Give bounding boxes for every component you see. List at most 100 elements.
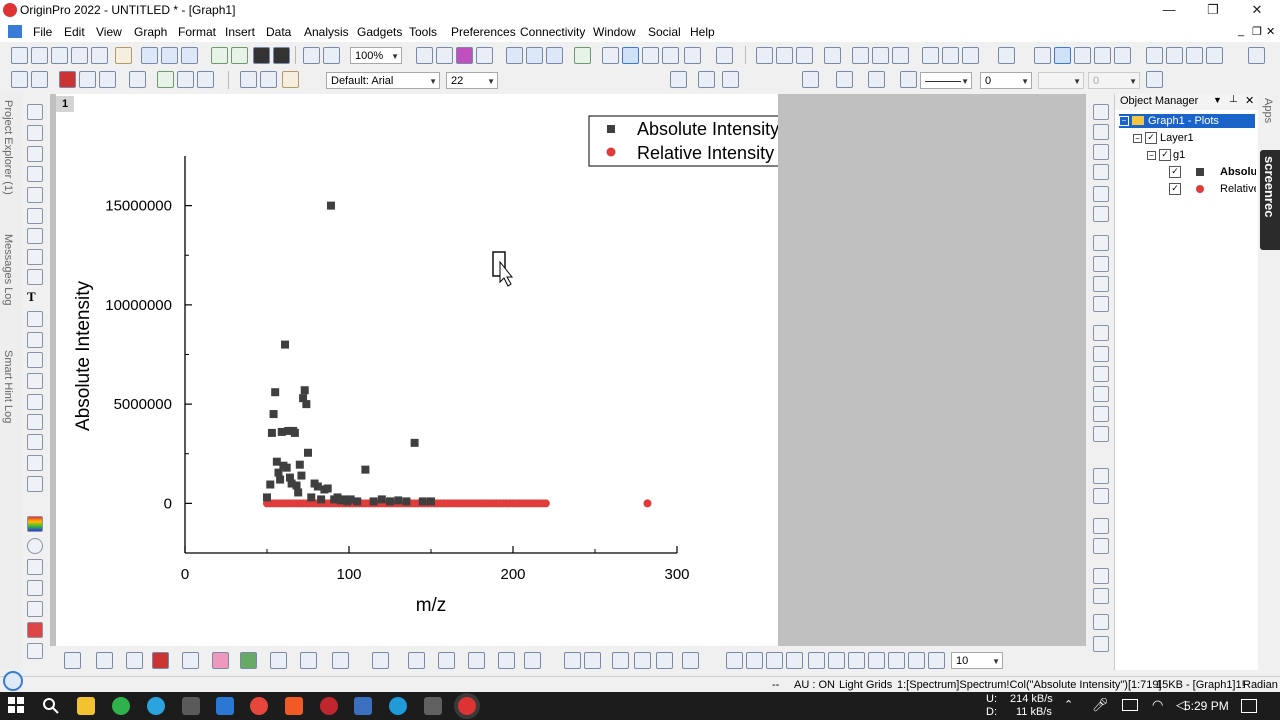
messages-log-tab[interactable]: Messages Log	[2, 234, 14, 306]
absolute-intensity-point[interactable]	[418, 497, 427, 506]
absolute-intensity-point[interactable]	[326, 201, 335, 210]
arrange-icon[interactable]	[197, 71, 214, 88]
annotation-icon[interactable]	[27, 311, 43, 327]
paste-icon[interactable]	[282, 71, 299, 88]
right-tool-6-icon[interactable]	[1093, 206, 1109, 222]
add-layer-icon[interactable]	[157, 71, 174, 88]
object-align-1-icon[interactable]	[726, 652, 743, 669]
set-as-error-icon[interactable]	[1094, 47, 1111, 64]
tree-item-graph[interactable]: − Graph1 - Plots	[1119, 114, 1255, 128]
ternary-icon[interactable]	[438, 652, 455, 669]
close-button[interactable]: ✕	[1236, 0, 1278, 22]
right-tool-13-icon[interactable]	[1093, 366, 1109, 382]
arrow-tool-icon[interactable]	[27, 332, 43, 348]
date-tool-icon[interactable]	[27, 601, 43, 617]
distribute-icon[interactable]	[656, 652, 673, 669]
fill-color-icon[interactable]	[802, 71, 819, 88]
align-right-icon[interactable]	[584, 652, 601, 669]
column-chart-icon[interactable]	[872, 47, 889, 64]
last-icon[interactable]	[1206, 47, 1223, 64]
mdi-minimize-button[interactable]: _	[1238, 25, 1244, 37]
absolute-intensity-point[interactable]	[394, 496, 403, 505]
menu-tools[interactable]: Tools	[409, 25, 437, 39]
bar-chart-icon[interactable]	[852, 47, 869, 64]
refresh-icon[interactable]	[436, 47, 453, 64]
chevron-up-icon[interactable]: ⌃	[1064, 698, 1073, 711]
scale-in-icon[interactable]	[27, 166, 43, 182]
menu-help[interactable]: Help	[690, 25, 715, 39]
mask-icon[interactable]	[998, 47, 1015, 64]
search-icon[interactable]	[3, 671, 23, 691]
menu-format[interactable]: Format	[178, 25, 216, 39]
new-matrix-icon[interactable]	[51, 47, 68, 64]
graph-tools-icon[interactable]	[11, 71, 28, 88]
align-icon[interactable]	[670, 71, 687, 88]
menu-window[interactable]: Window	[593, 25, 636, 39]
right-tool-15-icon[interactable]	[1093, 406, 1109, 422]
circle-tool-icon[interactable]	[27, 538, 43, 554]
3d-plot-icon[interactable]	[332, 652, 349, 669]
data-reader-icon[interactable]	[622, 47, 639, 64]
restore-button[interactable]: ❐	[1192, 0, 1234, 22]
absolute-intensity-point[interactable]	[290, 428, 299, 437]
next-icon[interactable]	[1186, 47, 1203, 64]
draw-data-icon[interactable]	[27, 249, 43, 265]
right-tool-20-icon[interactable]	[1093, 538, 1109, 554]
y-axis-title[interactable]: Absolute Intensity	[73, 281, 94, 431]
taskbar-search-icon[interactable]	[42, 697, 60, 715]
menu-insert[interactable]: Insert	[225, 25, 255, 39]
font-combo[interactable]: Default: Arial ▼	[326, 72, 440, 89]
first-icon[interactable]	[1146, 47, 1163, 64]
rectangle-tool-icon[interactable]	[27, 373, 43, 389]
object-align-8-icon[interactable]	[868, 652, 885, 669]
object-align-3-icon[interactable]	[766, 652, 783, 669]
absolute-intensity-point[interactable]	[369, 497, 378, 506]
plot-relative-checkbox[interactable]: ✓	[1169, 183, 1181, 195]
template-library-icon[interactable]	[408, 652, 425, 669]
whatsapp-icon[interactable]	[112, 697, 130, 715]
right-tool-16-icon[interactable]	[1093, 426, 1109, 442]
status-au[interactable]: AU : ON	[794, 679, 835, 691]
relative-intensity-point[interactable]	[643, 499, 652, 508]
zoom-out-icon[interactable]	[27, 146, 43, 162]
save-project-icon[interactable]	[253, 47, 270, 64]
relative-intensity-point[interactable]	[541, 499, 550, 508]
collapse-group-icon[interactable]: −	[1147, 151, 1156, 160]
layer-icon-tool-icon[interactable]	[27, 580, 43, 596]
rescale-icon[interactable]	[177, 71, 194, 88]
right-tool-14-icon[interactable]	[1093, 386, 1109, 402]
panel-close-icon[interactable]: ✕	[1245, 94, 1254, 107]
calculator-icon[interactable]	[424, 697, 442, 715]
mask-points-icon[interactable]	[27, 269, 43, 285]
absolute-intensity-point[interactable]	[323, 484, 332, 493]
line-tool-icon[interactable]	[27, 352, 43, 368]
polar-plot-icon[interactable]	[270, 652, 287, 669]
right-tool-12-icon[interactable]	[1093, 346, 1109, 362]
column-toggle-icon[interactable]	[1248, 47, 1265, 64]
brave-icon[interactable]	[285, 697, 303, 715]
absolute-intensity-point[interactable]	[282, 463, 291, 472]
origin-app-icon[interactable]	[3, 3, 17, 17]
absolute-intensity-point[interactable]	[269, 410, 278, 419]
apps-tab[interactable]: Apps	[1262, 98, 1274, 123]
mdi-close-button[interactable]: ✕	[1266, 25, 1275, 38]
contour-icon[interactable]	[372, 652, 389, 669]
chevron-down-icon[interactable]: ▼	[1213, 95, 1222, 105]
smart-hint-log-tab[interactable]: Smart Hint Log	[2, 350, 14, 423]
sort-icon[interactable]	[796, 47, 813, 64]
plot-tools-icon[interactable]	[31, 71, 48, 88]
store-icon[interactable]	[182, 697, 200, 715]
graph-window-icon[interactable]	[8, 25, 22, 38]
line-color-icon[interactable]	[868, 71, 885, 88]
insert-image-icon[interactable]	[27, 476, 43, 492]
duplicate-icon[interactable]	[323, 47, 340, 64]
windows-start-icon[interactable]	[8, 697, 26, 715]
bottom-size-combo[interactable]: 10 ▼	[951, 652, 1003, 669]
menu-preferences[interactable]: Preferences	[451, 25, 516, 39]
right-tool-11-icon[interactable]	[1093, 325, 1109, 341]
absolute-intensity-point[interactable]	[410, 438, 419, 447]
tree-group-label[interactable]: g1	[1173, 149, 1185, 161]
menu-social[interactable]: Social	[648, 25, 681, 39]
absolute-intensity-point[interactable]	[294, 488, 303, 497]
menu-analysis[interactable]: Analysis	[304, 25, 349, 39]
